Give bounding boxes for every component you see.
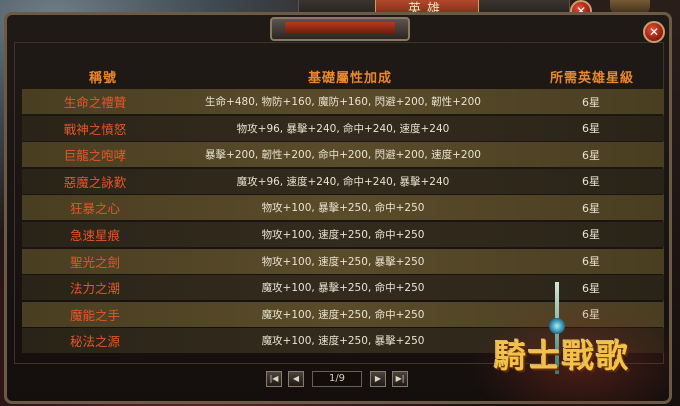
title-bonus: 生命+480, 物防+160, 魔防+160, 閃避+200, 韌性+200: [205, 96, 481, 108]
title-name: 惡魔之詠歎: [63, 174, 127, 190]
table-row[interactable]: 生命之禮贊 生命+480, 物防+160, 魔防+160, 閃避+200, 韌性…: [22, 89, 664, 114]
title-name: 法力之潮: [69, 281, 120, 297]
table-row[interactable]: 聖光之劍 物攻+100, 速度+250, 暴擊+250 6星: [22, 248, 664, 274]
star-requirement: 6星: [582, 95, 600, 109]
next-page-button[interactable]: ▶: [370, 371, 386, 387]
first-page-button[interactable]: |◀: [266, 371, 282, 387]
title-bonus: 暴擊+200, 韌性+200, 命中+200, 閃避+200, 速度+200: [205, 149, 481, 162]
star-requirement: 6星: [582, 281, 600, 295]
title-bonus: 魔攻+96, 速度+240, 命中+240, 暴擊+240: [236, 175, 450, 188]
table-row[interactable]: 戰神之憤怒 物攻+96, 暴擊+240, 命中+240, 速度+240 6星: [22, 115, 664, 141]
title-name: 秘法之源: [69, 334, 120, 350]
star-requirement: 6星: [582, 255, 600, 269]
last-page-button[interactable]: ▶|: [392, 371, 408, 387]
table-row[interactable]: 惡魔之詠歎 魔攻+96, 速度+240, 命中+240, 暴擊+240 6星: [22, 168, 664, 194]
star-requirement: 6星: [582, 148, 600, 162]
table-row[interactable]: 狂暴之心 物攻+100, 暴擊+250, 命中+250 6星: [22, 195, 664, 221]
title-name: 戰神之憤怒: [63, 121, 127, 137]
star-requirement: 6星: [582, 201, 600, 215]
title-bonus: 物攻+100, 暴擊+250, 命中+250: [261, 202, 425, 215]
table-row[interactable]: 巨龍之咆哮 暴擊+200, 韌性+200, 命中+200, 閃避+200, 速度…: [22, 142, 664, 168]
title-name: 狂暴之心: [69, 201, 120, 217]
title-bonus: 物攻+100, 速度+250, 暴擊+250: [261, 255, 425, 268]
title-bonus: 物攻+96, 暴擊+240, 命中+240, 速度+240: [236, 122, 450, 135]
title-bonus: 魔攻+100, 速度+250, 暴擊+250: [261, 335, 425, 348]
gem-icon: [549, 318, 565, 334]
prev-page-button[interactable]: ◀: [288, 371, 304, 387]
star-requirement: 6星: [582, 228, 600, 242]
close-icon[interactable]: ✕: [643, 21, 665, 43]
page-indicator: 1/9: [312, 371, 362, 387]
title-name: 魔能之手: [69, 307, 120, 323]
panel-title-slot: [285, 22, 395, 34]
title-name: 巨龍之咆哮: [63, 148, 127, 164]
title-name: 急速星痕: [69, 227, 120, 243]
title-name: 生命之禮贊: [63, 95, 127, 110]
title-bonus: 物攻+100, 速度+250, 命中+250: [261, 228, 425, 241]
header-title: 稱號: [88, 71, 117, 86]
title-bonus: 魔攻+100, 速度+250, 命中+250: [261, 308, 425, 321]
star-requirement: 6星: [582, 175, 600, 189]
table-row[interactable]: 急速星痕 物攻+100, 速度+250, 命中+250 6星: [22, 221, 664, 247]
header-requirement: 所需英雄星級: [549, 71, 634, 86]
header-bonus: 基礎屬性加成: [307, 71, 392, 86]
table-row[interactable]: 法力之潮 魔攻+100, 暴擊+250, 命中+250 6星: [22, 275, 664, 301]
title-name: 聖光之劍: [69, 254, 120, 270]
star-requirement: 6星: [582, 122, 600, 136]
title-bonus: 魔攻+100, 暴擊+250, 命中+250: [261, 282, 425, 295]
game-logo: 騎士戰歌: [493, 337, 630, 375]
